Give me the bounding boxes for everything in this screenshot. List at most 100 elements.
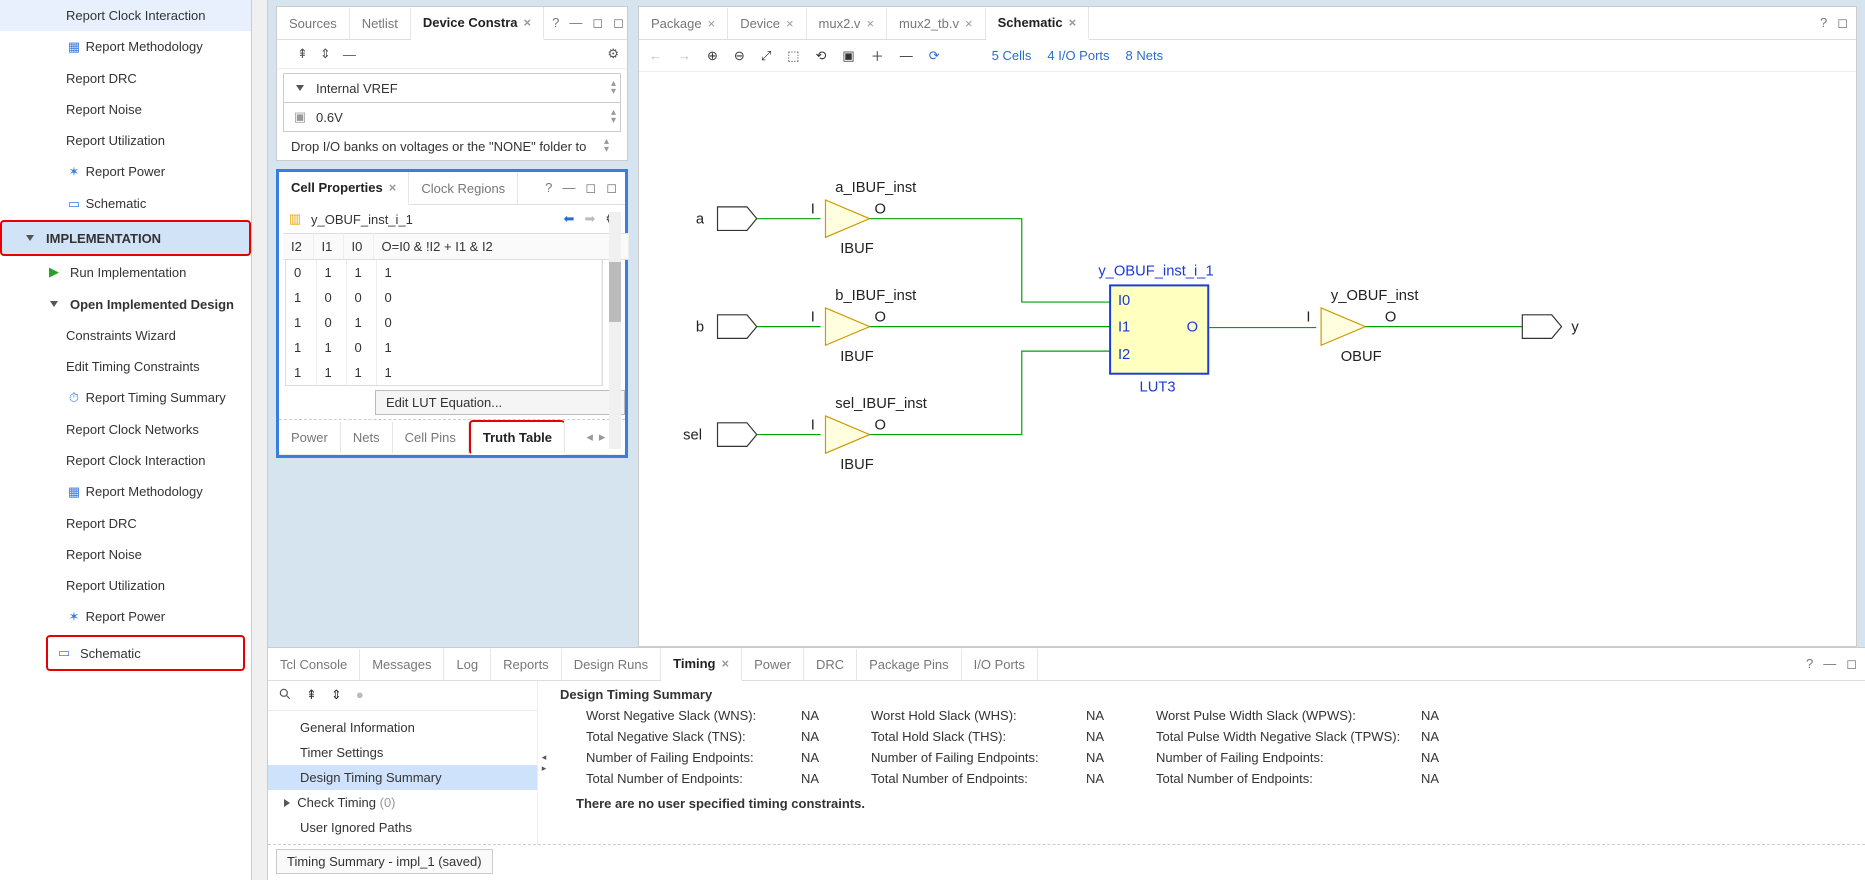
close-icon[interactable]: ×	[1069, 15, 1077, 30]
scrollbar[interactable]	[609, 212, 621, 449]
tab-device[interactable]: Device×	[728, 8, 806, 39]
tab-clock-regions[interactable]: Clock Regions	[409, 173, 518, 204]
nets-link[interactable]: 8 Nets	[1126, 48, 1164, 63]
th-i1[interactable]: I1	[313, 234, 343, 260]
select-icon[interactable]: ▣	[842, 48, 854, 64]
remove-icon[interactable]: —	[343, 47, 356, 62]
close-icon[interactable]: ×	[786, 16, 794, 31]
gear-icon[interactable]: ⚙	[607, 46, 619, 62]
nav-item[interactable]: Report Clock Interaction	[0, 0, 251, 31]
subtab-cell-pins[interactable]: Cell Pins	[393, 422, 469, 453]
ibuf-a[interactable]	[825, 200, 869, 237]
chevron-down-icon[interactable]	[292, 80, 308, 96]
expand-icon[interactable]: ⇕	[320, 46, 331, 62]
zoom-area-icon[interactable]: ⬚	[787, 48, 799, 64]
nav-item[interactable]: Report Clock Interaction	[0, 445, 251, 476]
implementation-header[interactable]: IMPLEMENTATION	[0, 220, 251, 256]
restore-icon[interactable]: ◻	[1846, 656, 1857, 672]
nav-item[interactable]: ▭ Schematic	[0, 188, 251, 220]
nav-item[interactable]: Report Utilization	[0, 125, 251, 156]
remove-icon[interactable]: —	[900, 48, 913, 63]
help-icon[interactable]: ?	[545, 180, 552, 196]
dot-icon[interactable]: ●	[356, 687, 364, 704]
maximize-icon[interactable]: ◻	[606, 180, 617, 196]
tab-cell-properties[interactable]: Cell Properties×	[279, 172, 409, 205]
expand-icon[interactable]: ⇕	[331, 687, 342, 704]
minimize-icon[interactable]: —	[1823, 656, 1836, 672]
splitter[interactable]: ◂▸	[538, 681, 550, 844]
tab-drc[interactable]: DRC	[804, 649, 857, 680]
minimize-icon[interactable]: —	[569, 15, 582, 31]
nav-item[interactable]: Report DRC	[0, 63, 251, 94]
tab-log[interactable]: Log	[444, 649, 491, 680]
add-icon[interactable]: ＋	[871, 46, 884, 65]
zoom-in-icon[interactable]: ⊕	[707, 48, 718, 64]
close-icon[interactable]: ×	[722, 656, 730, 671]
edit-lut-button[interactable]: Edit LUT Equation...	[375, 390, 625, 415]
tab-package-pins[interactable]: Package Pins	[857, 649, 962, 680]
th-i0[interactable]: I0	[343, 234, 373, 260]
subtab-truth-table[interactable]: Truth Table	[469, 420, 565, 455]
nav-item[interactable]: Constraints Wizard	[0, 320, 251, 351]
table-row[interactable]: 1010	[286, 310, 602, 335]
table-row[interactable]: 1111	[286, 360, 602, 385]
scrollbar[interactable]	[252, 0, 268, 880]
run-implementation[interactable]: ▶ Run Implementation	[0, 256, 251, 288]
forward-icon[interactable]: →	[678, 48, 691, 63]
ibuf-b[interactable]	[825, 308, 869, 345]
nav-item[interactable]: Edit Timing Constraints	[0, 351, 251, 382]
restore-icon[interactable]: ◻	[585, 180, 596, 196]
port-y[interactable]	[1522, 315, 1561, 339]
restore-icon[interactable]: ◻	[1837, 15, 1848, 31]
cell-name-row[interactable]: ▥ y_OBUF_inst_i_1 ⬅ ➡ ⚙	[279, 205, 625, 233]
close-icon[interactable]: ×	[866, 16, 874, 31]
nav-item[interactable]: ✶ Report Power	[0, 601, 251, 633]
timing-tree[interactable]: General Information Timer Settings Desig…	[268, 711, 537, 844]
nav-item[interactable]: ▦ Report Methodology	[0, 31, 251, 63]
regenerate-icon[interactable]: ⟳	[929, 48, 940, 64]
nav-item[interactable]: Report Noise	[0, 539, 251, 570]
tab-power[interactable]: Power	[742, 649, 804, 680]
tab-mux2-tb-v[interactable]: mux2_tb.v×	[887, 8, 986, 39]
tab-package[interactable]: Package×	[639, 8, 728, 39]
tab-messages[interactable]: Messages	[360, 649, 444, 680]
collapse-icon[interactable]: ⇞	[306, 687, 317, 704]
tab-reports[interactable]: Reports	[491, 649, 562, 680]
help-icon[interactable]: ?	[1806, 656, 1813, 672]
tree-item[interactable]: Check Timing (0)	[268, 790, 537, 815]
ibuf-sel[interactable]	[825, 416, 869, 453]
table-row[interactable]: 0111	[286, 260, 602, 285]
tab-io-ports[interactable]: I/O Ports	[962, 649, 1038, 680]
tree-item[interactable]: Design Timing Summary	[268, 765, 537, 790]
footer-tab[interactable]: Timing Summary - impl_1 (saved)	[276, 849, 493, 874]
port-a[interactable]	[718, 207, 757, 231]
close-icon[interactable]: ×	[389, 180, 397, 195]
zoom-out-icon[interactable]: ⊖	[734, 48, 745, 64]
close-icon[interactable]: ×	[708, 16, 716, 31]
tab-sources[interactable]: Sources	[277, 8, 350, 39]
tab-timing[interactable]: Timing×	[661, 648, 742, 681]
nav-item[interactable]: ▦ Report Methodology	[0, 476, 251, 508]
tree-item[interactable]: General Information	[268, 715, 537, 740]
subtab-nets[interactable]: Nets	[341, 422, 393, 453]
help-icon[interactable]: ?	[552, 15, 559, 31]
stepper[interactable]: ▴▾	[611, 80, 616, 96]
zoom-fit-icon[interactable]: ⤢	[761, 48, 771, 64]
nav-item[interactable]: ✶ Report Power	[0, 156, 251, 188]
cells-link[interactable]: 5 Cells	[992, 48, 1032, 63]
restore-icon[interactable]: ◻	[592, 15, 603, 31]
stepper[interactable]: ▴▾	[611, 109, 616, 125]
tab-device-constraints[interactable]: Device Constra×	[411, 7, 544, 40]
tab-design-runs[interactable]: Design Runs	[562, 649, 661, 680]
table-row[interactable]: 1101	[286, 335, 602, 360]
nav-item[interactable]: Report DRC	[0, 508, 251, 539]
port-b[interactable]	[718, 315, 757, 339]
close-icon[interactable]: ×	[523, 15, 531, 30]
ioports-link[interactable]: 4 I/O Ports	[1047, 48, 1109, 63]
vref-value-row[interactable]: ▣ 0.6V ▴▾	[283, 103, 621, 132]
subtab-power[interactable]: Power	[279, 422, 341, 453]
collapse-icon[interactable]: ⇞	[297, 46, 308, 62]
tab-netlist[interactable]: Netlist	[350, 8, 411, 39]
tab-schematic[interactable]: Schematic×	[986, 7, 1090, 40]
tab-mux2-v[interactable]: mux2.v×	[807, 8, 888, 39]
